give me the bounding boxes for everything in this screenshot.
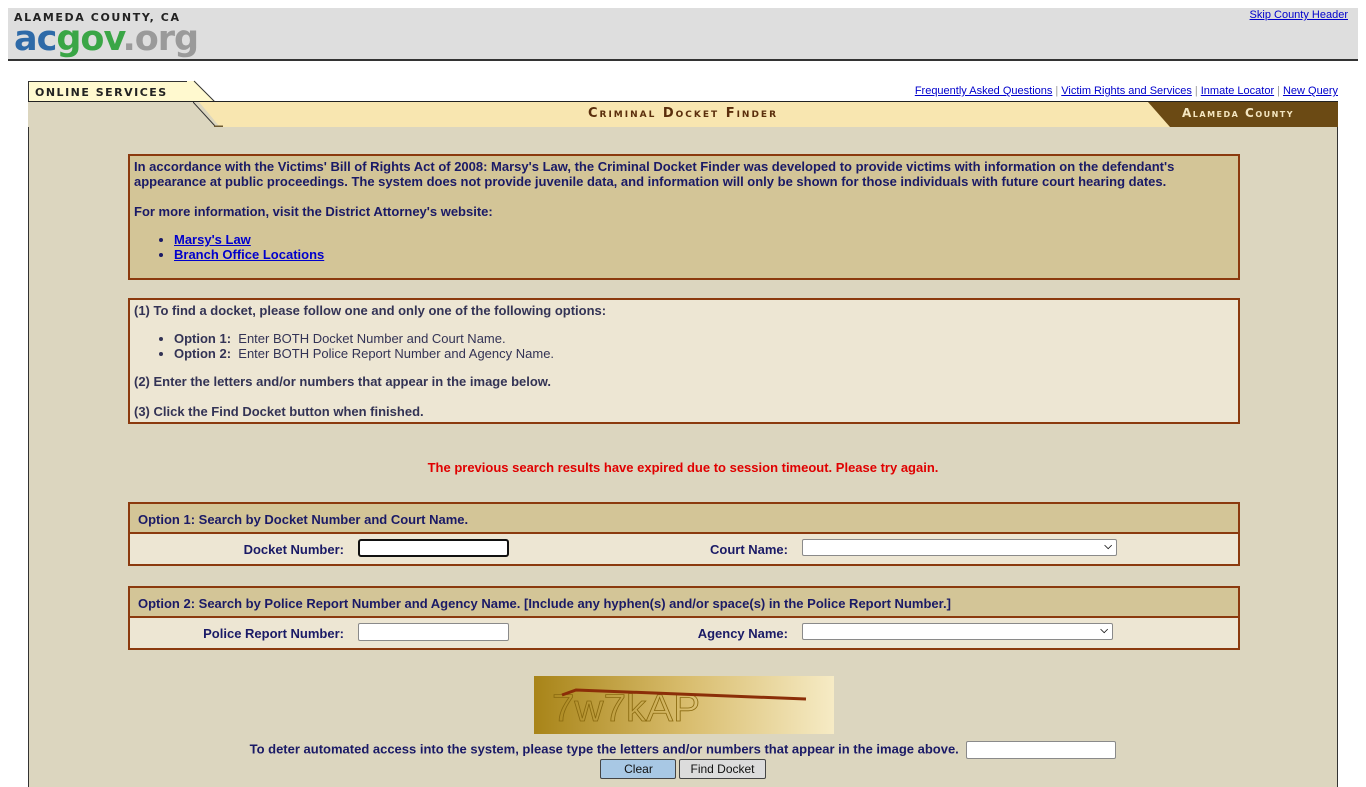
county-label: Alameda County [1148, 102, 1338, 127]
marsys-law-link[interactable]: Marsy's Law [174, 232, 251, 247]
option1-fields-row: Docket Number: Court Name: ⌵ [130, 534, 1238, 564]
app-frame: ONLINE SERVICES Frequently Asked Questio… [28, 80, 1338, 787]
court-name-select[interactable]: ⌵ [802, 539, 1117, 556]
title-bar: Criminal Docket Finder Alameda County [28, 101, 1338, 128]
new-query-link[interactable]: New Query [1283, 85, 1338, 97]
tab-slant-decoration [187, 80, 216, 102]
docket-number-input[interactable] [358, 539, 509, 557]
instruction-step-1: (1) To find a docket, please follow one … [134, 303, 607, 318]
link-separator: | [1055, 85, 1059, 97]
option2-search-section: Option 2: Search by Police Report Number… [128, 586, 1240, 650]
instruction-step-2: (2) Enter the letters and/or numbers tha… [134, 374, 552, 389]
logo-gov: gov [56, 19, 123, 59]
link-separator: | [1277, 85, 1280, 97]
acgov-logo[interactable]: ALAMEDA COUNTY, CA acgov.org [14, 11, 199, 57]
list-item: Option 1: Enter BOTH Docket Number and C… [174, 331, 1234, 346]
online-services-tab: ONLINE SERVICES [28, 81, 188, 102]
clear-button[interactable]: Clear [600, 759, 677, 779]
list-item: Branch Office Locations [174, 247, 1234, 262]
county-header: ALAMEDA COUNTY, CA acgov.org Skip County… [8, 8, 1358, 61]
page-title: Criminal Docket Finder [587, 106, 779, 121]
logo-org: .org [122, 19, 199, 59]
option2-heading: Option 2: Search by Police Report Number… [130, 588, 1238, 618]
option1-heading: Option 1: Search by Docket Number and Co… [130, 504, 1238, 534]
option1-search-section: Option 1: Search by Docket Number and Co… [128, 502, 1240, 566]
info-links-list: Marsy's Law Branch Office Locations [134, 232, 1234, 262]
option-text: Enter BOTH Police Report Number and Agen… [238, 346, 555, 361]
captcha-prompt-text: To deter automated access into the syste… [249, 741, 959, 757]
chevron-down-icon: ⌵ [1104, 541, 1112, 552]
instruction-step-3: (3) Click the Find Docket button when fi… [134, 404, 424, 419]
option2-fields-row: Police Report Number: Agency Name: ⌵ [130, 618, 1238, 648]
option-label: Option 1: [174, 331, 232, 346]
victim-rights-link[interactable]: Victim Rights and Services [1061, 85, 1192, 97]
captcha-input[interactable] [966, 741, 1117, 759]
police-report-number-input[interactable] [358, 623, 509, 641]
more-info-text: For more information, visit the District… [134, 204, 493, 219]
main-content: In accordance with the Victims' Bill of … [28, 127, 1338, 787]
faq-link[interactable]: Frequently Asked Questions [915, 85, 1053, 97]
branch-office-locations-link[interactable]: Branch Office Locations [174, 247, 324, 262]
logo-ac: ac [14, 19, 57, 59]
logo-wordmark: acgov.org [14, 22, 199, 57]
option-text: Enter BOTH Docket Number and Court Name. [238, 331, 506, 346]
form-buttons: Clear Find Docket [29, 759, 1337, 779]
court-name-label: Court Name: [709, 542, 788, 557]
session-expired-message: The previous search results have expired… [427, 460, 939, 475]
link-separator: | [1194, 85, 1198, 97]
agency-name-select[interactable]: ⌵ [802, 623, 1113, 640]
skip-county-header-link[interactable]: Skip County Header [1250, 9, 1348, 21]
list-item: Marsy's Law [174, 232, 1234, 247]
option-label: Option 2: [174, 346, 232, 361]
instructions-box: (1) To find a docket, please follow one … [128, 298, 1240, 424]
list-item: Option 2: Enter BOTH Police Report Numbe… [174, 346, 1234, 361]
find-docket-button[interactable]: Find Docket [679, 759, 766, 779]
inmate-locator-link[interactable]: Inmate Locator [1201, 85, 1274, 97]
options-list: Option 1: Enter BOTH Docket Number and C… [134, 331, 1234, 361]
captcha-image: 7w7kAP [534, 676, 834, 734]
chevron-down-icon: ⌵ [1100, 625, 1108, 636]
docket-number-label: Docket Number: [243, 542, 344, 557]
captcha-prompt-row: To deter automated access into the syste… [29, 741, 1337, 759]
agency-name-label: Agency Name: [697, 626, 788, 641]
captcha-graphic: 7w7kAP [552, 688, 807, 730]
police-report-number-label: Police Report Number: [203, 626, 344, 641]
top-nav-links: Frequently Asked Questions | Victim Rights… [915, 85, 1338, 97]
marsys-law-info-box: In accordance with the Victims' Bill of … [128, 154, 1240, 280]
info-paragraph: In accordance with the Victims' Bill of … [134, 159, 1175, 189]
